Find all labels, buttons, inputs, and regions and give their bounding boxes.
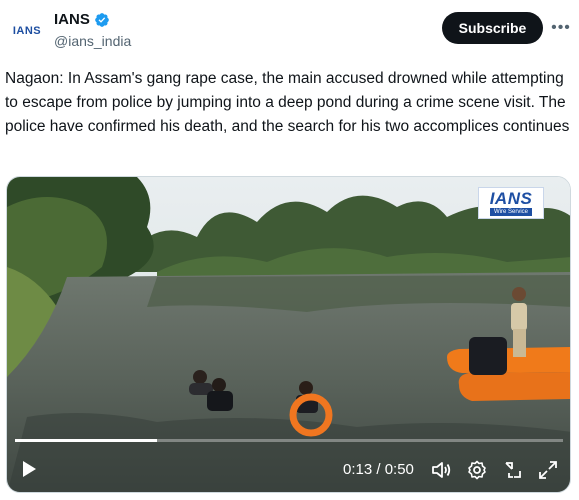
watermark-subtext: Wire Service xyxy=(489,208,532,216)
volume-icon[interactable] xyxy=(429,458,453,482)
settings-icon[interactable] xyxy=(465,458,489,482)
video-controls: 0:13 / 0:50 xyxy=(7,447,570,492)
video-progress-fill xyxy=(15,439,158,442)
ians-watermark-logo: IANS Wire Service xyxy=(478,187,544,219)
video-time-display: 0:13 / 0:50 xyxy=(343,461,414,478)
tweet-header: IANS IANS @ians_india Subscribe ••• xyxy=(0,0,579,60)
video-player[interactable]: IANS Wire Service 0:13 / 0:50 xyxy=(6,176,571,493)
more-options-icon[interactable]: ••• xyxy=(550,16,572,40)
subscribe-button[interactable]: Subscribe xyxy=(442,12,543,44)
video-progress-bar[interactable] xyxy=(15,439,563,442)
watermark-text: IANS xyxy=(489,189,533,208)
video-frame-scene xyxy=(7,177,570,492)
author-name-row: IANS xyxy=(54,11,110,28)
avatar-logo-text: IANS xyxy=(12,25,42,37)
exit-fullscreen-icon[interactable] xyxy=(501,458,525,482)
verified-badge-icon xyxy=(95,12,109,27)
author-display-name[interactable]: IANS xyxy=(54,11,90,28)
tweet-text: Nagaon: In Assam's gang rape case, the m… xyxy=(5,70,570,135)
author-handle[interactable]: @ians_india xyxy=(54,33,131,49)
author-avatar[interactable]: IANS xyxy=(6,10,48,52)
fullscreen-icon[interactable] xyxy=(536,458,560,482)
play-icon[interactable] xyxy=(17,457,41,481)
